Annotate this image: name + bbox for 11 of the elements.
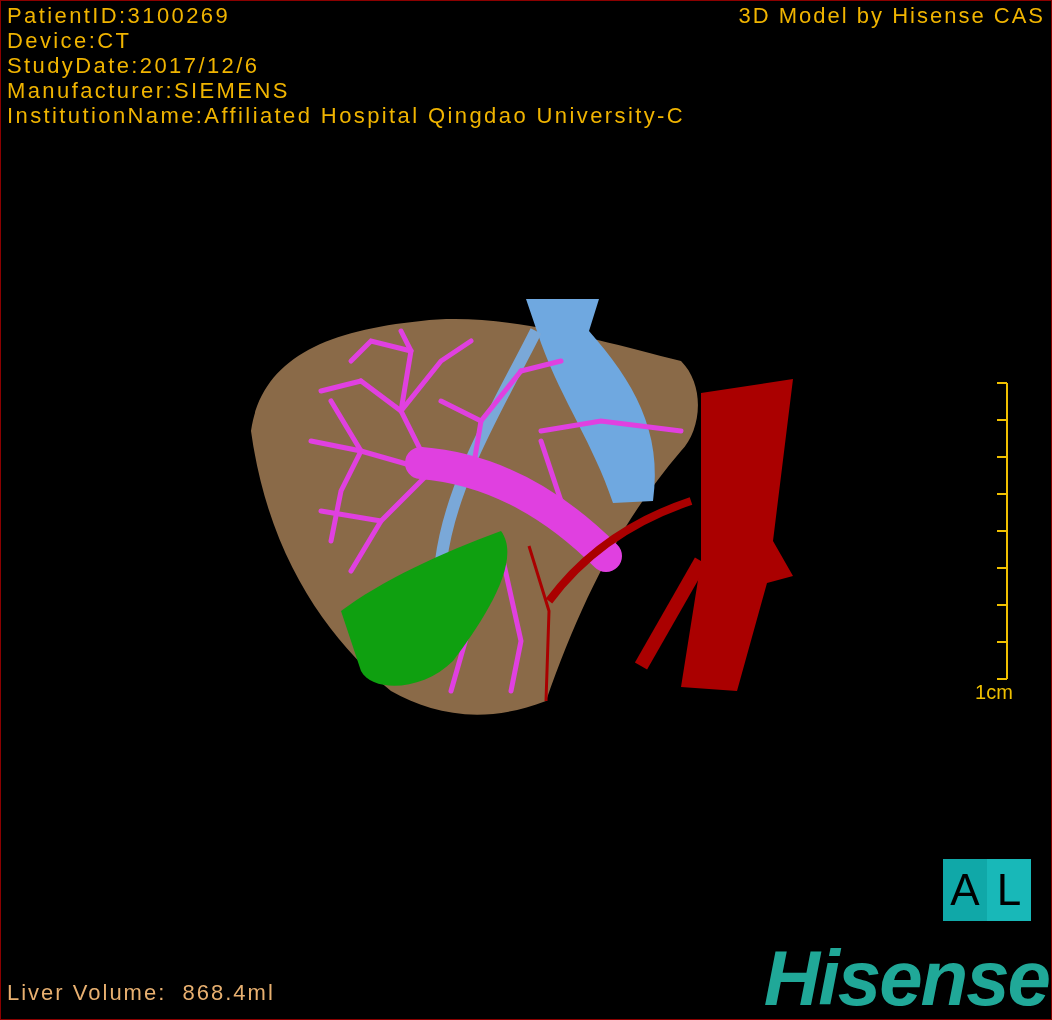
- info-text: Device:CT: [7, 28, 133, 53]
- logo-text: Hisense: [763, 943, 1049, 1013]
- orientation-label: A: [943, 859, 987, 921]
- credit-text: 3D Model by Hisense CAS: [738, 3, 1045, 28]
- scale-label: 1cm: [975, 681, 1013, 703]
- info-text: Manufacturer:SIEMENS: [7, 78, 291, 103]
- liver-volume-text: Liver Volume: 868.4ml: [7, 980, 275, 1005]
- info-text: PatientID:3100269: [7, 3, 232, 28]
- info-text: InstitutionName:Affiliated Hospital Qingdao University-C: [7, 103, 686, 128]
- info-text: StudyDate:2017/12/6: [7, 53, 261, 78]
- orientation-label: L: [987, 859, 1031, 921]
